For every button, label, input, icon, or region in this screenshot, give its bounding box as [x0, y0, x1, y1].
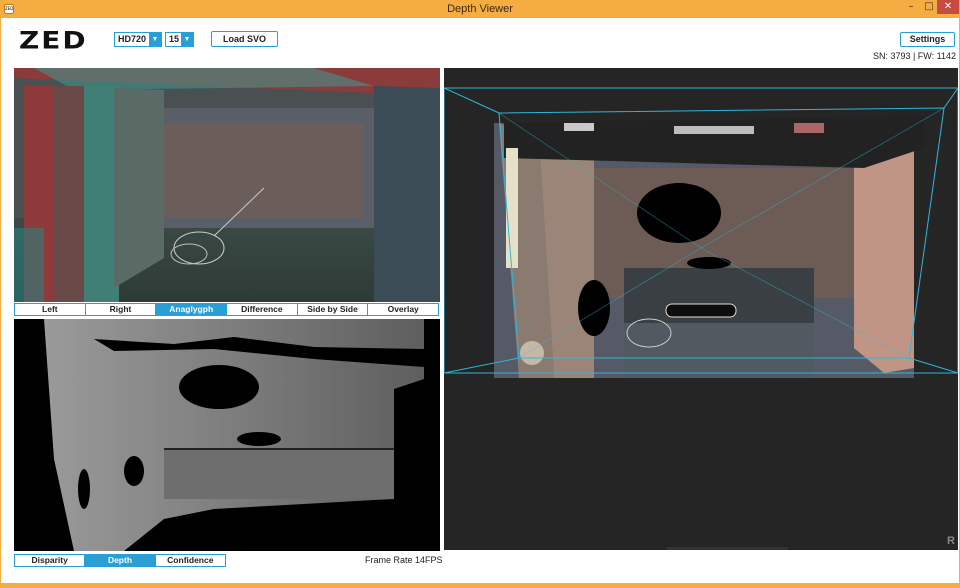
- app-window: ZED Depth Viewer – □ ✕ ZED HD720 ▼ 15 ▼ …: [0, 0, 960, 588]
- frame-rate-label: Frame Rate 14FPS: [365, 555, 443, 565]
- chevron-down-icon[interactable]: ▼: [149, 33, 161, 46]
- tab-overlay[interactable]: Overlay: [368, 304, 438, 315]
- view-scroll-strip: [666, 547, 788, 550]
- tab-side-by-side[interactable]: Side by Side: [298, 304, 369, 315]
- load-svo-button[interactable]: Load SVO: [211, 31, 278, 47]
- tab-left[interactable]: Left: [15, 304, 86, 315]
- window-title: Depth Viewer: [447, 3, 513, 15]
- corner-mark: R: [947, 535, 955, 547]
- client-area: ZED HD720 ▼ 15 ▼ Load SVO Settings SN: 3…: [1, 18, 959, 583]
- depth-map-image: [14, 319, 440, 551]
- maximize-button[interactable]: □: [921, 0, 937, 14]
- resolution-select[interactable]: HD720 ▼: [114, 32, 162, 47]
- view-mode-tabs: Left Right Anaglygph Difference Side by …: [14, 303, 439, 316]
- tab-anaglyph[interactable]: Anaglygph: [156, 304, 228, 315]
- point-cloud-render: [444, 68, 958, 550]
- chevron-down-icon[interactable]: ▼: [181, 33, 193, 46]
- depth-mode-tabs: Disparity Depth Confidence: [14, 554, 226, 567]
- tab-depth[interactable]: Depth: [85, 555, 156, 566]
- close-button[interactable]: ✕: [937, 0, 959, 14]
- settings-button[interactable]: Settings: [900, 32, 955, 47]
- point-cloud-view[interactable]: R: [444, 68, 958, 550]
- tab-confidence[interactable]: Confidence: [156, 555, 225, 566]
- anaglyph-image: [14, 68, 440, 302]
- fps-value: 15: [169, 34, 180, 44]
- minimize-button[interactable]: –: [901, 0, 921, 14]
- depth-map-view: [14, 319, 440, 551]
- resolution-value: HD720: [118, 34, 147, 44]
- serial-firmware-label: SN: 3793 | FW: 1142: [872, 51, 956, 61]
- zed-logo: ZED: [19, 26, 88, 55]
- tab-disparity[interactable]: Disparity: [15, 555, 86, 566]
- fps-select[interactable]: 15 ▼: [165, 32, 194, 47]
- tab-difference[interactable]: Difference: [227, 304, 298, 315]
- camera-image-view: [14, 68, 440, 302]
- title-bar[interactable]: ZED Depth Viewer – □ ✕: [0, 0, 960, 18]
- tab-right[interactable]: Right: [86, 304, 157, 315]
